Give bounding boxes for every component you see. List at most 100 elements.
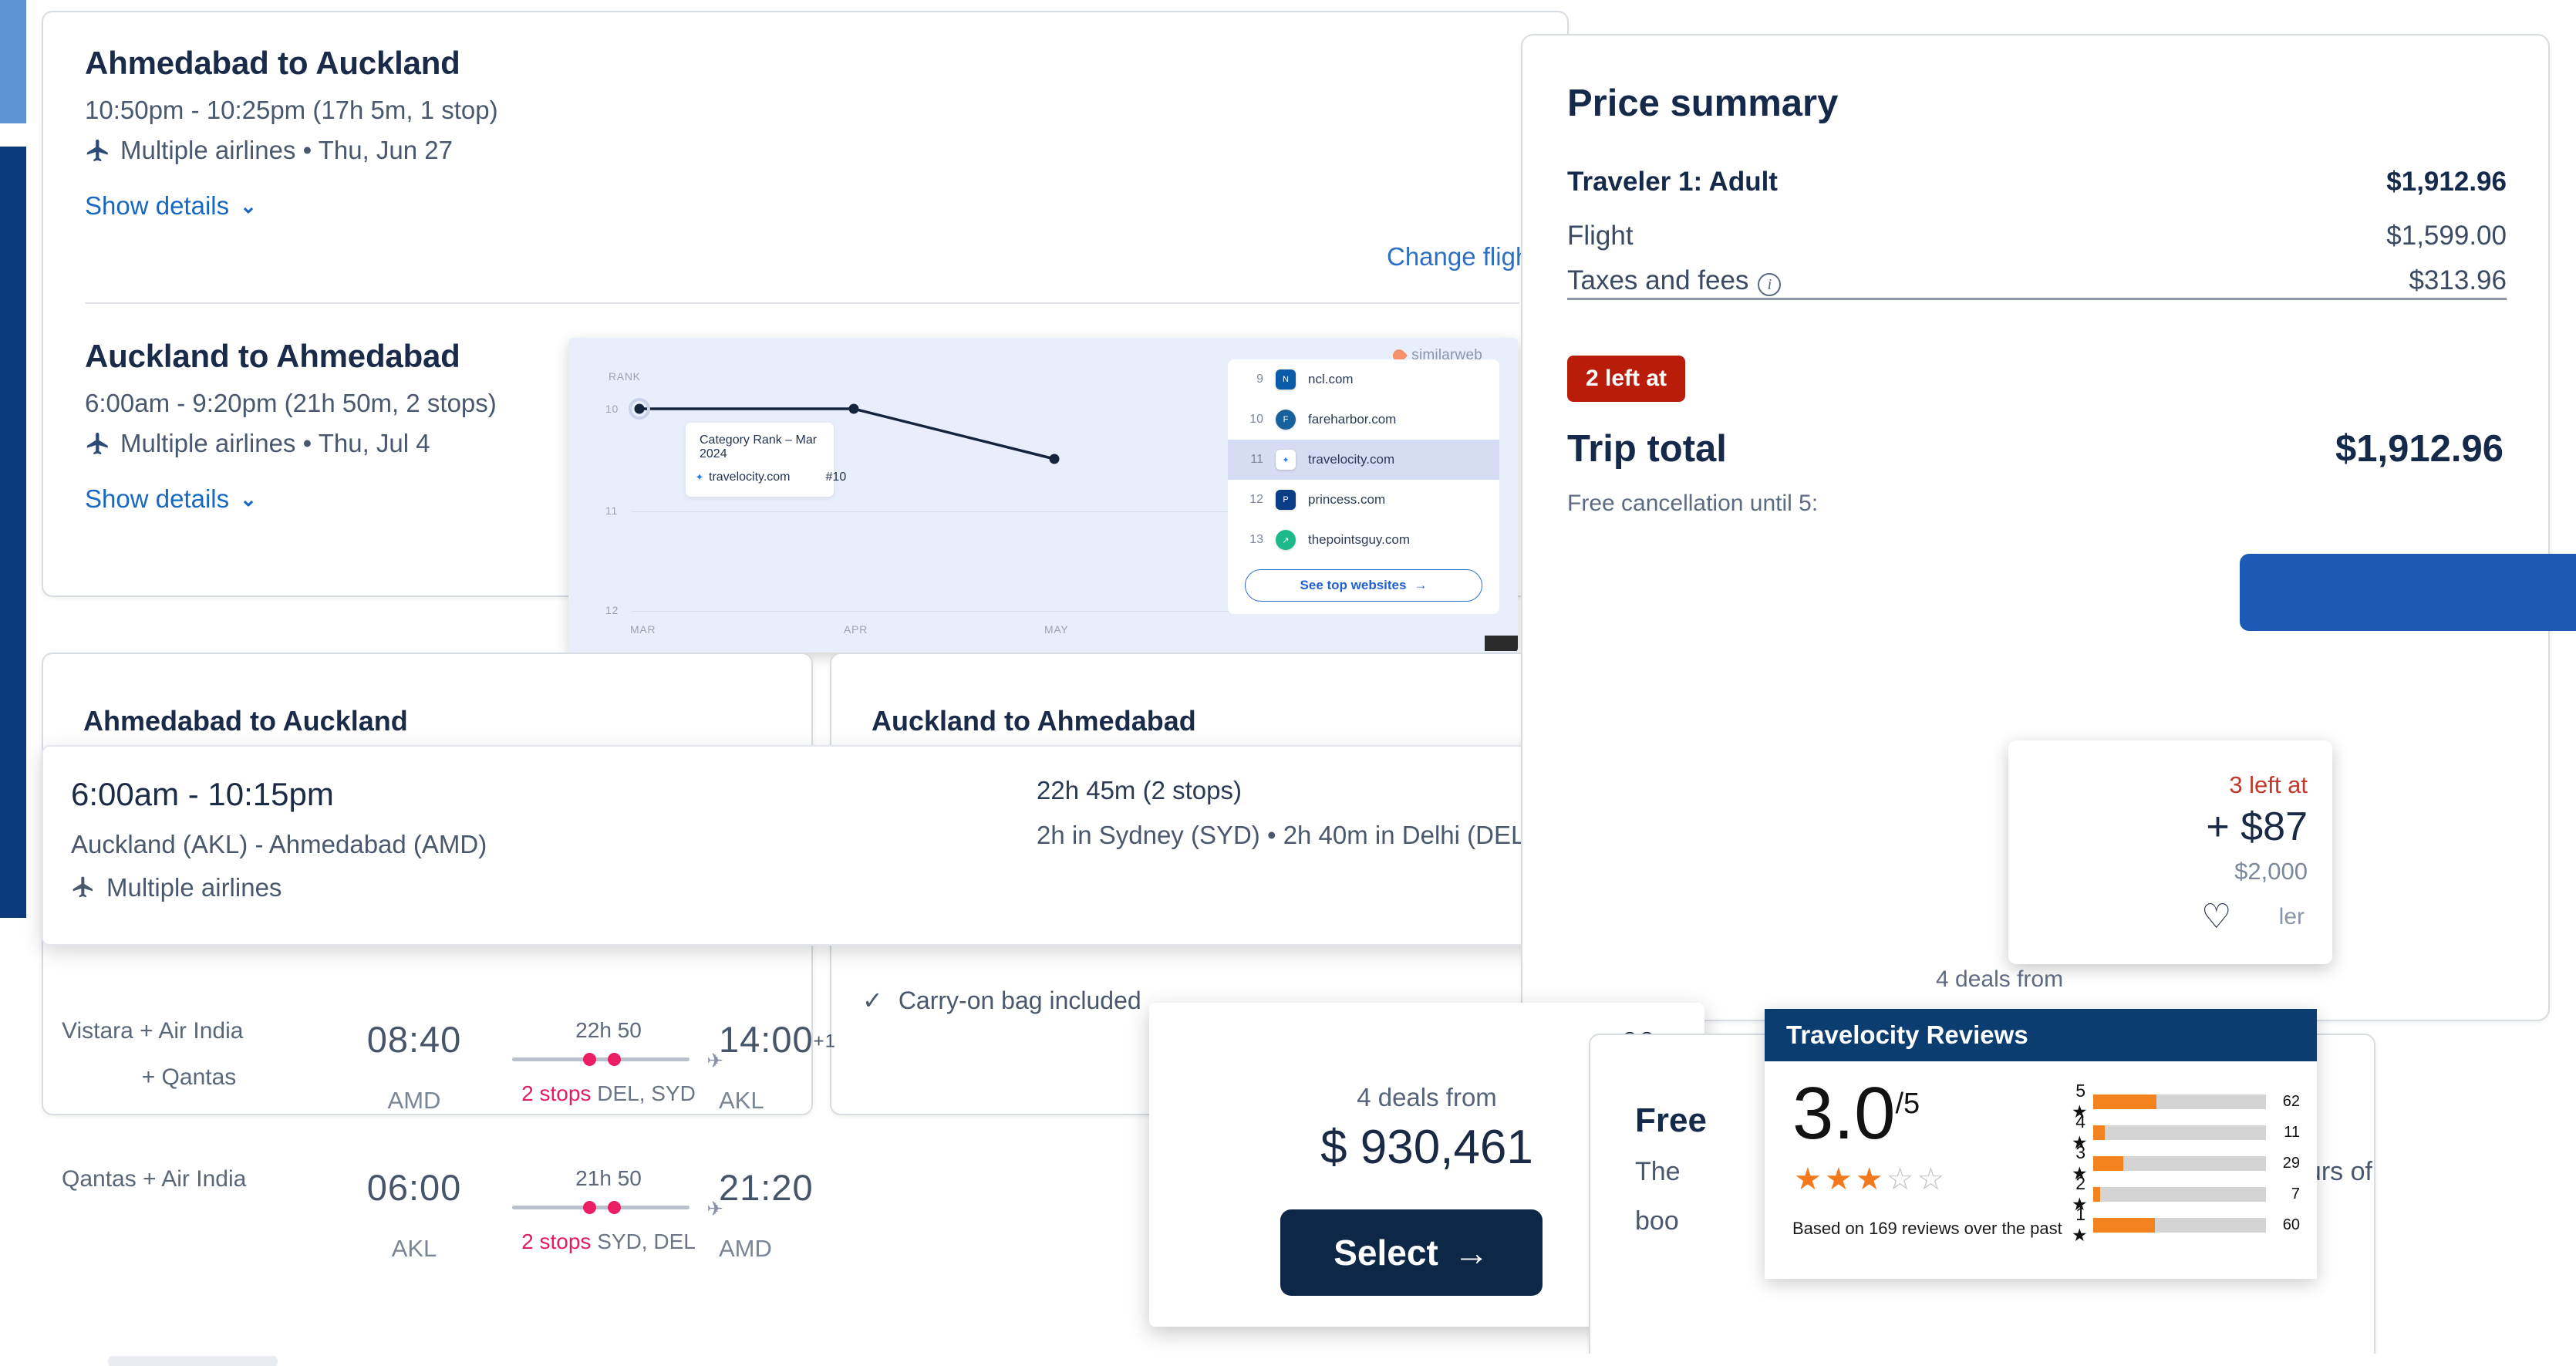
row-stops-count: 2 stops — [521, 1229, 591, 1253]
reviews-header-title: Travelocity Reviews — [1786, 1020, 2028, 1050]
list-item[interactable]: 9 N ncl.com — [1228, 359, 1499, 400]
chevron-down-icon: ⌄ — [240, 194, 257, 218]
row-airlines-line2: + Qantas — [62, 1064, 316, 1091]
chart-xtick-apr: APR — [844, 623, 868, 636]
list-item[interactable]: 13 ↗ thepointsguy.com — [1228, 520, 1499, 560]
free-card-line1: The — [1635, 1157, 1681, 1187]
show-details-return-label: Show details — [85, 484, 229, 514]
chart-tooltip-rank: #10 — [826, 471, 847, 484]
site-name: princess.com — [1308, 492, 1385, 508]
info-icon[interactable]: i — [1758, 273, 1781, 296]
row-depart-code: AKL — [333, 1235, 495, 1263]
stop-dot — [583, 1053, 596, 1066]
list-item[interactable]: 10 F fareharbor.com — [1228, 400, 1499, 440]
rating-bar-5: 5 ★ 62 — [2072, 1086, 2300, 1117]
site-rank: 13 — [1239, 533, 1263, 547]
taxes-value: $313.96 — [2409, 265, 2507, 296]
row-depart-time: 06:00 — [367, 1167, 462, 1208]
list-item-travelocity[interactable]: 11 ✦ travelocity.com — [1228, 440, 1499, 480]
rating-bar-1-value: 60 — [2274, 1216, 2300, 1234]
ncl-favicon-icon: N — [1276, 369, 1296, 390]
page-edge-gap — [0, 123, 26, 147]
page-edge-accent-main — [0, 147, 26, 918]
seats-left-badge: 2 left at — [1567, 356, 1685, 402]
show-details-outbound-label: Show details — [85, 191, 229, 221]
row-arrive-time: 21:20 — [719, 1167, 814, 1208]
deal-seats-left: 3 left at — [2206, 771, 2308, 799]
row-stops: 2 stops DEL, SYD — [512, 1081, 705, 1106]
favorite-heart-icon[interactable]: ♡ — [2201, 900, 2231, 934]
rating-bar-3-fill — [2093, 1156, 2123, 1171]
deal-trailing-text: ler — [2279, 904, 2305, 930]
itinerary-leg-return: Auckland to Ahmedabad 6:00am - 9:20pm (2… — [85, 338, 497, 514]
row-airlines: Vistara + Air India + Qantas — [62, 1018, 316, 1091]
price-summary-divider — [1567, 298, 2507, 300]
route-bar — [512, 1206, 690, 1209]
rating-bar-3-track — [2093, 1156, 2266, 1171]
show-details-outbound[interactable]: Show details ⌄ — [85, 191, 498, 221]
chart-tooltip: Category Rank – Mar 2024 travelocity.com… — [686, 423, 834, 497]
row-arrival: 14:00+1 AKL — [719, 1018, 912, 1115]
reviews-header: Travelocity Reviews — [1765, 1009, 2317, 1061]
chart-tooltip-title: Category Rank – Mar 2024 — [700, 433, 820, 461]
rating-bar-5-track — [2093, 1094, 2266, 1109]
row-departure: 06:00 AKL — [333, 1166, 495, 1263]
arrow-right-icon: → — [1414, 578, 1427, 593]
reviews-star-row: ★★★☆☆ — [1794, 1162, 1947, 1197]
page-bottom-strip — [0, 1354, 2576, 1366]
change-flight-link[interactable]: Change flight — [1387, 242, 1536, 272]
trip-total-label: Trip total — [1567, 427, 1727, 471]
select-button[interactable]: Select → — [1280, 1209, 1543, 1296]
row-arrive-code: AMD — [719, 1235, 912, 1263]
list-item[interactable]: 12 P princess.com — [1228, 480, 1499, 520]
chart-xtick-mar: MAR — [630, 623, 656, 636]
rating-bar-4-fill — [2093, 1125, 2105, 1140]
outbound-column-title: Ahmedabad to Auckland — [83, 705, 408, 737]
leg-title-outbound: Ahmedabad to Auckland — [85, 45, 498, 82]
arrow-right-icon: → — [1454, 1232, 1489, 1273]
thepointsguy-favicon-icon: ↗ — [1276, 530, 1296, 550]
flight-results-table: Vistara + Air India + Qantas 08:40 AMD 2… — [42, 1018, 828, 1358]
see-top-websites-label: See top websites — [1300, 578, 1407, 593]
flight-detail-card: 6:00am - 10:15pm Auckland (AKL) - Ahmeda… — [42, 745, 1584, 946]
rating-bar-4-value: 11 — [2274, 1124, 2300, 1142]
table-row[interactable]: Vistara + Air India + Qantas 08:40 AMD 2… — [42, 1018, 828, 1142]
row-duration: 22h 50 — [512, 1018, 705, 1043]
similarweb-statusbar-chip — [1485, 636, 1518, 651]
table-row[interactable]: Qantas + Air India 06:00 AKL 21h 50 ✈ 2 … — [42, 1166, 828, 1290]
airplane-icon — [85, 430, 111, 457]
traveler-label: Traveler 1: Adult — [1567, 167, 1778, 197]
stop-dot — [608, 1201, 621, 1214]
rating-bar-5-fill — [2093, 1094, 2156, 1109]
price-row-taxes: Taxes and feesi $313.96 — [1567, 265, 2507, 296]
chevron-down-icon: ⌄ — [240, 487, 257, 511]
reviews-distribution-chart: 5 ★ 62 4 ★ 11 3 ★ 29 2 ★ 7 1 ★ — [2072, 1086, 2300, 1240]
stop-dot — [608, 1053, 621, 1066]
row-duration-block: 22h 50 ✈ 2 stops DEL, SYD — [512, 1018, 705, 1106]
site-name: thepointsguy.com — [1308, 532, 1410, 548]
site-rank: 11 — [1239, 453, 1263, 467]
price-row-traveler: Traveler 1: Adult $1,912.96 — [1567, 167, 2507, 197]
similarweb-rank-chart: RANK 10 11 12 MAR APR MAY Category Rank … — [568, 338, 1228, 653]
flight-value: $1,599.00 — [2386, 221, 2507, 251]
select-button-label: Select — [1334, 1232, 1438, 1273]
row-depart-time: 08:40 — [367, 1019, 462, 1060]
flight-detail-duration: 22h 45m (2 stops) — [1037, 776, 1242, 805]
row-arrival: 21:20 AMD — [719, 1166, 912, 1263]
itinerary-divider — [85, 302, 1519, 304]
deal-strike-price: $2,000 — [2206, 858, 2308, 885]
rating-bar-2-track — [2093, 1187, 2266, 1202]
see-top-websites-button[interactable]: See top websites → — [1245, 569, 1482, 602]
rating-bar-5-value: 62 — [2274, 1093, 2300, 1111]
show-details-return[interactable]: Show details ⌄ — [85, 484, 497, 514]
continue-booking-button[interactable] — [2240, 554, 2576, 631]
site-name: ncl.com — [1308, 372, 1354, 387]
taxes-label-wrap: Taxes and feesi — [1567, 265, 1781, 296]
leg-airline-outbound-text: Multiple airlines • Thu, Jun 27 — [120, 136, 453, 165]
row-airlines-line1: Vistara + Air India — [62, 1018, 243, 1044]
site-rank: 10 — [1239, 413, 1263, 427]
flight-detail-time: 6:00am - 10:15pm — [71, 776, 334, 813]
rating-bar-1-track — [2093, 1218, 2266, 1233]
route-bar — [512, 1057, 690, 1061]
bottom-pill-button[interactable] — [108, 1356, 278, 1366]
